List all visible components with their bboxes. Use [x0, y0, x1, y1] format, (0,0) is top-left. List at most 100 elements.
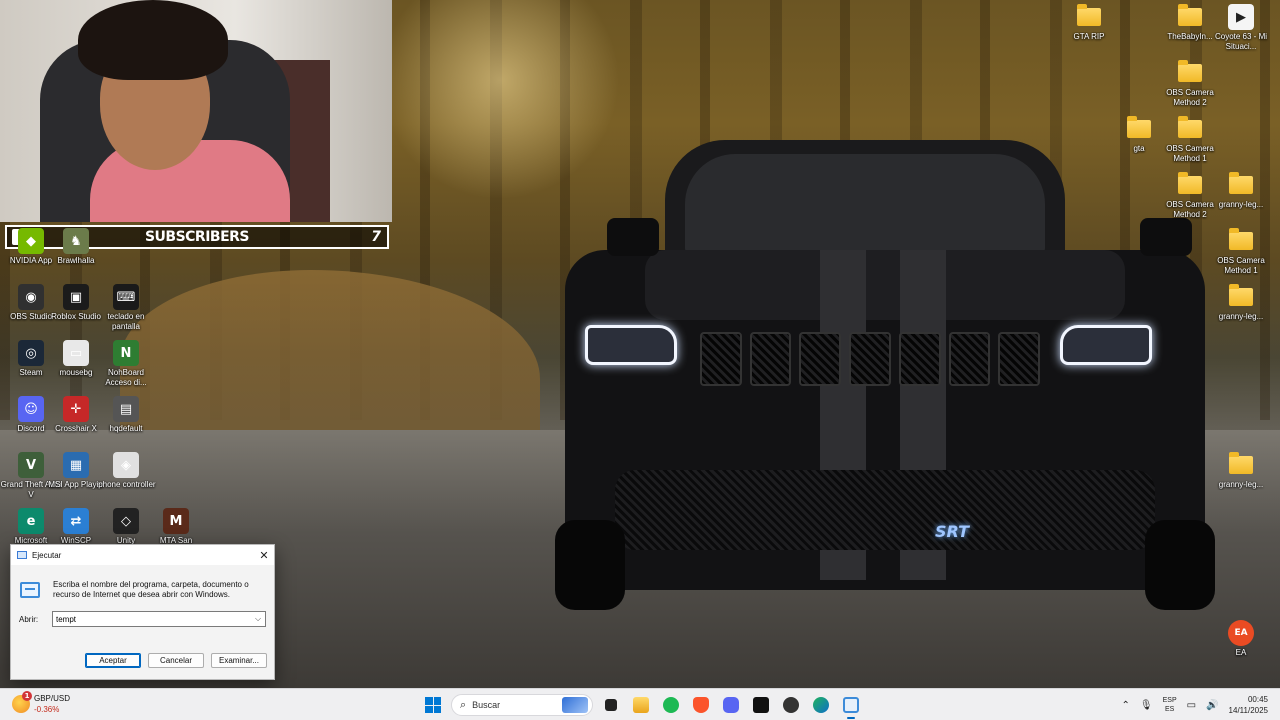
task-view-button[interactable] — [599, 693, 623, 717]
hqdefault-icon: ▤ — [113, 396, 139, 422]
language-bottom: ES — [1164, 706, 1175, 713]
discord-taskbar-button[interactable] — [719, 693, 743, 717]
nohboard-icon: N — [113, 340, 139, 366]
clock-time: 00:45 — [1247, 695, 1268, 704]
desktop-icon-granny-leg-3[interactable]: granny-leg... — [1210, 452, 1272, 490]
desktop-icon-obs-camera-method-2-a[interactable]: OBS Camera Method 2 — [1159, 60, 1221, 108]
desktop-icon-iphone-controller[interactable]: ◈ iphone controller — [95, 452, 157, 490]
desktop-icon-hqdefault[interactable]: ▤ hqdefault — [95, 396, 157, 434]
widget-change: -0.36% — [34, 705, 60, 714]
unity-icon: ◇ — [113, 508, 139, 534]
desktop-icon-brawlhalla[interactable]: ♞ Brawlhalla — [45, 228, 107, 266]
desktop-icon-label: teclado en pantalla — [107, 312, 145, 331]
microphone-icon[interactable]: 🎙 — [1140, 700, 1153, 711]
desktop-icon-coyote-63[interactable]: ▶ Coyote 63 - Mi Situaci... — [1210, 4, 1272, 52]
desktop-icon-mta-san[interactable]: M MTA San — [145, 508, 207, 546]
open-label: Abrir: — [19, 615, 39, 624]
desktop-icon-label: EA — [1235, 648, 1247, 657]
spotify-icon — [663, 697, 679, 713]
run-dialog-title: Ejecutar — [32, 550, 62, 560]
wallpaper-car: SRT — [555, 140, 1215, 620]
discord-icon: ☺ — [18, 396, 44, 422]
discord-icon — [723, 697, 739, 713]
desktop-icon-obs-camera-method-1-a[interactable]: OBS Camera Method 1 — [1159, 116, 1221, 164]
desktop-icon-obs-camera-method-1-b[interactable]: OBS Camera Method 1 — [1210, 228, 1272, 276]
run-dialog-titlebar[interactable]: Ejecutar ✕ — [11, 545, 274, 565]
desktop-icon-label: granny-leg... — [1218, 312, 1264, 321]
edge-icon — [813, 697, 829, 713]
desktop-icon-label: granny-leg... — [1218, 480, 1264, 489]
network-icon[interactable]: ▭ — [1187, 700, 1196, 711]
notification-badge: 1 — [22, 691, 32, 701]
grand-theft-auto-v-icon: V — [18, 452, 44, 478]
webcam-overlay — [0, 0, 392, 222]
desktop-icon-label: GTA RIP — [1073, 32, 1105, 41]
desktop-icon-label: hqdefault — [109, 424, 143, 433]
chevron-up-icon[interactable]: ⌃ — [1122, 700, 1130, 711]
desktop-icon-label: OBS Camera Method 1 — [1217, 256, 1265, 275]
widgets-button[interactable]: 1 GBP/USD -0.36% — [12, 691, 71, 715]
run-window-icon — [17, 551, 27, 559]
desktop-icon-nohboard[interactable]: N NohBoard Acceso di... — [95, 340, 157, 388]
desktop-icon-label: NohBoard Acceso di... — [105, 368, 147, 387]
desktop-icon-gta-rip[interactable]: GTA RIP — [1058, 4, 1120, 42]
search-placeholder: Buscar — [472, 700, 501, 710]
brave-icon — [693, 697, 709, 713]
open-input[interactable] — [53, 612, 251, 626]
nvidia-app-icon: ◆ — [18, 228, 44, 254]
brawlhalla-icon: ♞ — [63, 228, 89, 254]
subscribers-count: 7 — [371, 229, 381, 245]
windows-icon — [425, 697, 441, 713]
task-view-icon — [605, 699, 617, 711]
msi-app-player-icon: ▦ — [63, 452, 89, 478]
search-highlight-image — [562, 697, 588, 713]
file-explorer-button[interactable] — [629, 693, 653, 717]
obs-taskbar-button[interactable] — [779, 693, 803, 717]
desktop-icon-ea[interactable]: EA EA — [1210, 620, 1272, 658]
crosshair-x-icon: ✛ — [63, 396, 89, 422]
car-badge: SRT — [935, 522, 970, 541]
run-taskbar-button[interactable] — [839, 693, 863, 719]
roblox-studio-icon: ▣ — [63, 284, 89, 310]
close-icon[interactable]: ✕ — [254, 549, 274, 562]
folder-icon — [1178, 4, 1202, 26]
iphone-controller-icon: ◈ — [113, 452, 139, 478]
folder-icon — [1127, 116, 1151, 138]
browse-button[interactable]: Examinar... — [211, 653, 267, 668]
mousebg-icon: ▭ — [63, 340, 89, 366]
run-dialog: Ejecutar ✕ Escriba el nombre del program… — [10, 544, 275, 680]
obs-studio-icon: ◉ — [18, 284, 44, 310]
edge-button[interactable] — [809, 693, 833, 717]
desktop-icon-teclado-en-pantalla[interactable]: ⌨ teclado en pantalla — [95, 284, 157, 332]
desktop-icon-label: OBS Camera Method 2 — [1166, 88, 1214, 107]
winscp-icon: ⇄ — [63, 508, 89, 534]
desktop-icon-label: Brawlhalla — [57, 256, 95, 265]
clock-date: 14/11/2025 — [1228, 706, 1268, 715]
desktop-icon-label: iphone controller — [96, 480, 156, 489]
folder-icon — [1178, 172, 1202, 194]
desktop-icon-granny-leg-1[interactable]: granny-leg... — [1210, 172, 1272, 210]
volume-icon[interactable]: 🔊 — [1206, 700, 1218, 711]
spotify-button[interactable] — [659, 693, 683, 717]
audio-app-button[interactable] — [749, 693, 773, 717]
folder-icon — [633, 697, 649, 713]
language-top: ESP — [1162, 697, 1177, 704]
clock[interactable]: 00:45 14/11/2025 — [1229, 694, 1268, 716]
microsoft-edge-icon: e — [18, 508, 44, 534]
taskbar-search[interactable]: ⌕ Buscar — [451, 694, 593, 716]
desktop-icon-label: OBS Camera Method 1 — [1166, 144, 1214, 163]
desktop-icon-granny-leg-2[interactable]: granny-leg... — [1210, 284, 1272, 322]
media-file-icon: ▶ — [1228, 4, 1254, 30]
widget-title: GBP/USD — [34, 694, 71, 703]
mta-san-icon: M — [163, 508, 189, 534]
open-combobox[interactable]: ⌵ — [52, 611, 266, 627]
cancel-button[interactable]: Cancelar — [148, 653, 204, 668]
folder-icon — [1229, 172, 1253, 194]
brave-button[interactable] — [689, 693, 713, 717]
language-indicator[interactable]: ESP ES — [1163, 696, 1177, 714]
ok-button[interactable]: Aceptar — [85, 653, 141, 668]
folder-icon — [1178, 60, 1202, 82]
start-button[interactable] — [421, 693, 445, 717]
chevron-down-icon[interactable]: ⌵ — [251, 614, 265, 624]
equalizer-icon — [753, 697, 769, 713]
